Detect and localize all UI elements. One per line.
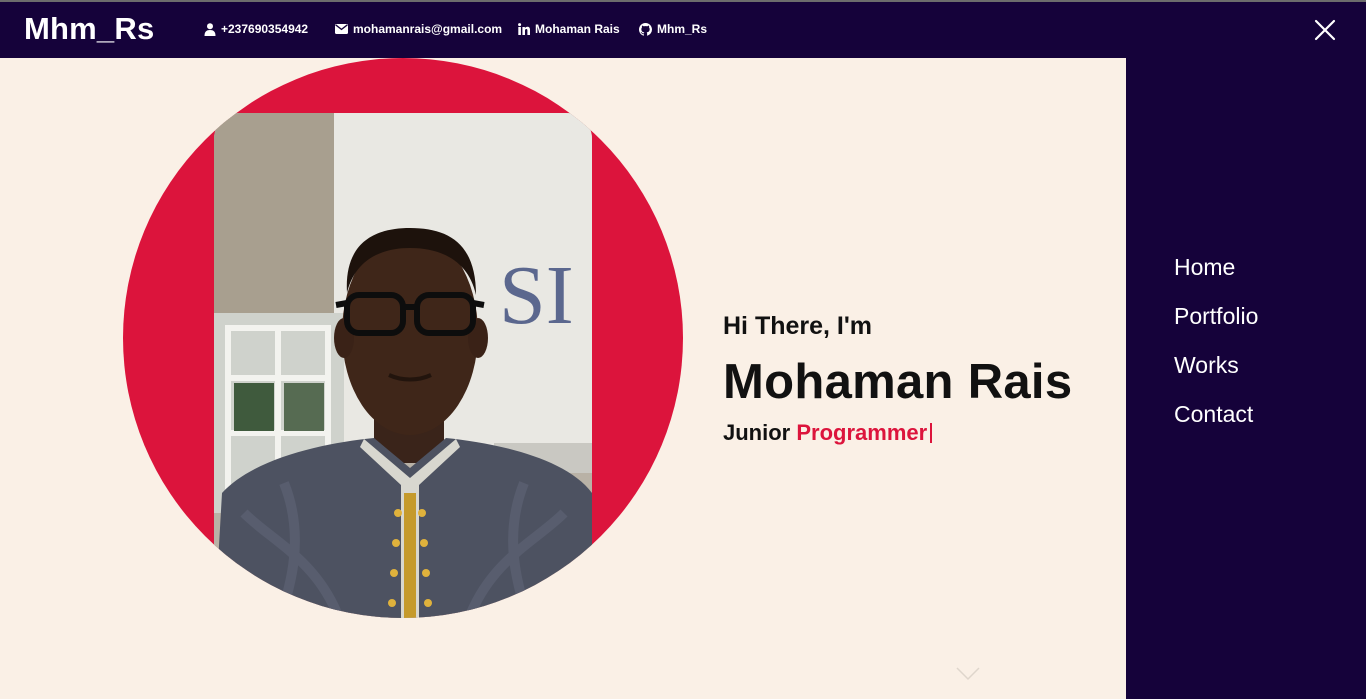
hero-greeting: Hi There, I'm (723, 312, 873, 340)
linkedin-icon (518, 23, 530, 35)
side-menu: Home Portfolio Works Contact (1126, 58, 1366, 699)
top-bar: Mhm_Rs +237690354942 mohamanrais@gmail.c… (0, 0, 1366, 58)
chevron-down-icon[interactable] (956, 667, 980, 681)
close-icon[interactable] (1313, 18, 1337, 42)
github-icon (639, 22, 652, 36)
github-username: Mhm_Rs (657, 22, 708, 36)
phone-contact[interactable]: +237690354942 (204, 22, 308, 36)
envelope-icon (335, 24, 348, 34)
menu-item-home[interactable]: Home (1174, 254, 1235, 281)
site-logo[interactable]: Mhm_Rs (24, 11, 154, 47)
typing-cursor (930, 423, 933, 443)
role-prefix: Junior (723, 420, 791, 445)
profile-circle: SI (123, 58, 683, 618)
linkedin-name: Mohaman Rais (535, 22, 620, 36)
menu-item-portfolio[interactable]: Portfolio (1174, 303, 1258, 330)
hero-section: SI Hi There, I'm Mohaman Rais Junior Pro… (0, 58, 1126, 699)
phone-number: +237690354942 (221, 22, 309, 36)
portrait-image: SI (214, 113, 592, 618)
linkedin-contact[interactable]: Mohaman Rais (518, 22, 620, 36)
github-contact[interactable]: Mhm_Rs (639, 22, 707, 36)
hero-name: Mohaman Rais (723, 355, 1073, 409)
hero-role: Junior Programmer (723, 420, 933, 446)
email-address: mohamanrais@gmail.com (353, 22, 503, 36)
profile-photo: SI (214, 113, 592, 618)
svg-text:SI: SI (499, 249, 574, 342)
email-contact[interactable]: mohamanrais@gmail.com (335, 22, 502, 36)
user-icon (204, 22, 216, 36)
menu-item-works[interactable]: Works (1174, 352, 1239, 379)
menu-item-contact[interactable]: Contact (1174, 401, 1253, 428)
role-highlight: Programmer (796, 420, 928, 445)
